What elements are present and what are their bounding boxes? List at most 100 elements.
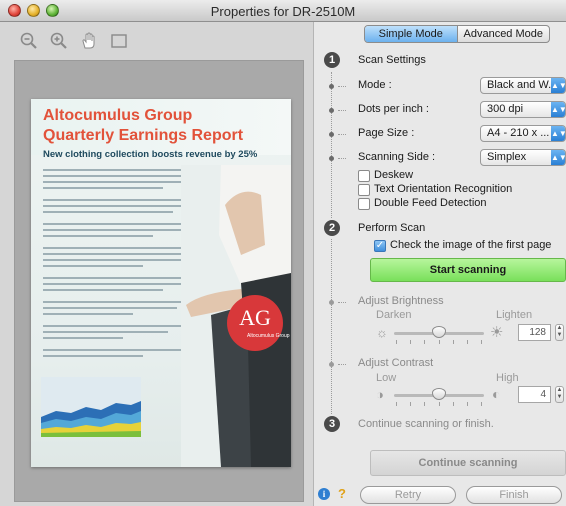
darken-label: Darken (376, 309, 412, 321)
deskew-label: Deskew (374, 169, 414, 181)
tick (439, 402, 440, 406)
doc-text-line (43, 259, 181, 261)
page-size-label: Page Size : (358, 127, 415, 139)
doc-text-line (43, 175, 193, 177)
bullet-icon (329, 132, 334, 137)
step-3-title: Continue scanning or finish. (358, 418, 494, 430)
doc-text-line (43, 247, 193, 249)
footer-bar: i ? Retry Finish (314, 484, 566, 506)
contrast-slider-knob[interactable] (432, 388, 446, 400)
contrast-title: Adjust Contrast (358, 357, 434, 369)
chevron-updown-icon: ▲▼ (551, 78, 565, 93)
mode-select[interactable]: Black and W... ▲▼ (480, 77, 566, 94)
finish-button[interactable]: Finish (466, 486, 562, 504)
bullet-connector (338, 134, 346, 135)
tick (453, 402, 454, 406)
bullet-connector (338, 364, 346, 365)
doc-title-line2: Quarterly Earnings Report (43, 127, 244, 144)
tick (410, 402, 411, 406)
ag-logo-badge: AG (227, 295, 283, 351)
brightness-value-field[interactable]: 128 (518, 324, 551, 341)
brightness-slider-knob[interactable] (432, 326, 446, 338)
ag-logo-subtext: Altocumulus Group (247, 333, 290, 339)
doc-text-line (43, 205, 193, 207)
tick (424, 402, 425, 406)
dpi-select-value: 300 dpi (487, 103, 524, 115)
scanning-side-select-value: Simplex (487, 151, 527, 163)
doc-text-line (43, 181, 183, 183)
page-size-select[interactable]: A4 - 210 x ... ▲▼ (480, 125, 566, 142)
zoom-in-icon[interactable] (48, 30, 70, 52)
bullet-connector (338, 158, 346, 159)
contrast-ticks (396, 402, 482, 406)
steps-timeline (331, 72, 332, 432)
bullet-connector (338, 86, 346, 87)
bullet-icon (329, 84, 334, 89)
hand-tool-icon[interactable] (78, 30, 100, 52)
window-title: Properties for DR-2510M (210, 4, 356, 19)
tick (410, 340, 411, 344)
deskew-checkbox[interactable] (358, 170, 370, 182)
doc-text-line (43, 169, 193, 171)
doc-text-line (43, 331, 168, 333)
bullet-icon (329, 108, 334, 113)
contrast-high-icon: ◐ (492, 386, 501, 402)
text-orientation-label: Text Orientation Recognition (374, 183, 513, 195)
doc-subtitle: New clothing collection boosts revenue b… (43, 149, 258, 160)
dpi-select[interactable]: 300 dpi ▲▼ (480, 101, 566, 118)
tab-advanced-mode[interactable]: Advanced Mode (458, 26, 550, 42)
bullet-icon (329, 156, 334, 161)
contrast-value-field[interactable]: 4 (518, 386, 551, 403)
check-first-page-checkbox[interactable]: ✓ (374, 240, 386, 252)
scanning-side-label: Scanning Side : (358, 151, 436, 163)
doc-text-line (43, 337, 123, 339)
help-icon[interactable]: ? (338, 486, 346, 501)
contrast-low-label: Low (376, 372, 397, 384)
page-size-select-value: A4 - 210 x ... (487, 127, 550, 139)
text-orientation-checkbox[interactable] (358, 184, 370, 196)
bullet-connector (338, 302, 346, 303)
preview-area[interactable]: Altocumulus Group Quarterly Earnings Rep… (14, 60, 304, 502)
doc-text-line (43, 277, 193, 279)
brightness-title: Adjust Brightness (358, 295, 444, 307)
contrast-high-label: High (496, 372, 519, 384)
doc-text-line (43, 253, 193, 255)
tick (439, 340, 440, 344)
scanned-page-preview: Altocumulus Group Quarterly Earnings Rep… (31, 99, 291, 467)
doc-text-line (43, 265, 143, 267)
tick (424, 340, 425, 344)
doc-area-chart (41, 377, 141, 437)
doc-text-line (43, 283, 183, 285)
contrast-stepper[interactable]: ▲ ▼ (555, 386, 564, 403)
double-feed-checkbox[interactable] (358, 198, 370, 210)
start-scanning-button[interactable]: Start scanning (370, 258, 566, 282)
info-icon[interactable]: i (318, 488, 330, 500)
selection-tool-icon[interactable] (108, 30, 130, 52)
doc-text-line (43, 325, 188, 327)
sun-bright-icon: ☀ (490, 324, 504, 341)
tick (396, 402, 397, 406)
tick (453, 340, 454, 344)
scanning-side-select[interactable]: Simplex ▲▼ (480, 149, 566, 166)
lighten-label: Lighten (496, 309, 533, 321)
brightness-stepper[interactable]: ▲ ▼ (555, 324, 564, 341)
title-bar: Properties for DR-2510M (0, 0, 566, 22)
retry-button[interactable]: Retry (360, 486, 456, 504)
chevron-updown-icon: ▲▼ (551, 126, 565, 141)
check-first-page-label: Check the image of the first page (390, 239, 552, 251)
tick (396, 340, 397, 344)
doc-text-line (43, 211, 173, 213)
zoom-out-icon[interactable] (18, 30, 40, 52)
doc-text-line (43, 229, 188, 231)
preview-pane: Altocumulus Group Quarterly Earnings Rep… (0, 22, 314, 506)
doc-text-line (43, 349, 183, 351)
mode-segmented-control: Simple Mode Advanced Mode (364, 25, 550, 43)
doc-text-line (43, 289, 163, 291)
tick (467, 340, 468, 344)
continue-scanning-button[interactable]: Continue scanning (370, 450, 566, 476)
tick (467, 402, 468, 406)
tab-simple-mode[interactable]: Simple Mode (365, 26, 458, 42)
doc-text-line (43, 301, 193, 303)
doc-text-line (43, 235, 153, 237)
contrast-low-icon: ◑ (376, 387, 384, 402)
